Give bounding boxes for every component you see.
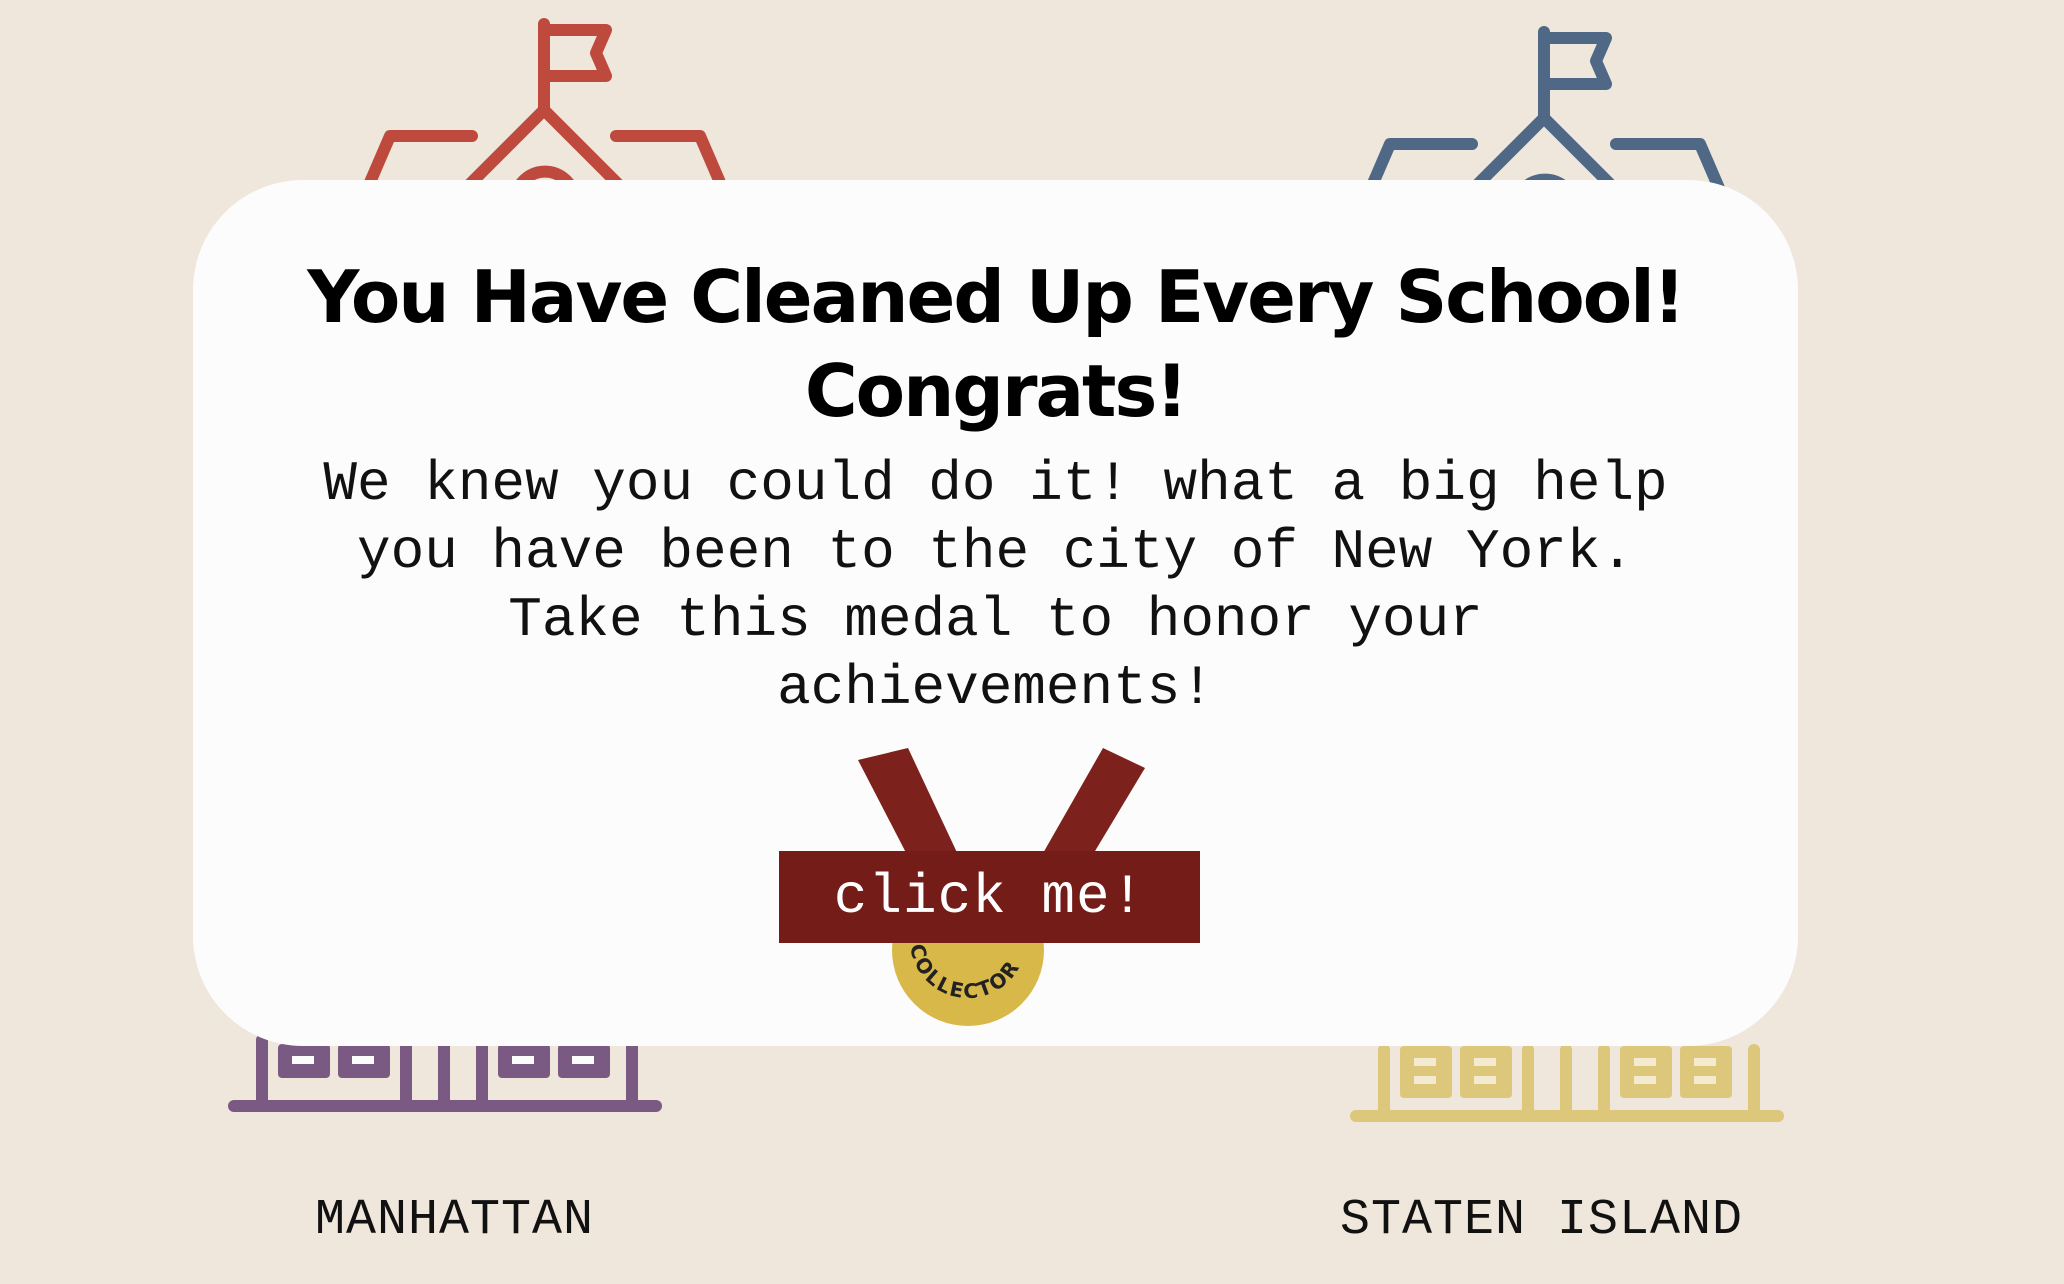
modal-title-line-1: You Have Cleaned Up Every School!: [307, 255, 1685, 339]
congrats-modal: You Have Cleaned Up Every School! Congra…: [193, 180, 1798, 1046]
modal-title: You Have Cleaned Up Every School! Congra…: [193, 250, 1798, 438]
modal-message: We knew you could do it! what a big help…: [323, 452, 1668, 720]
click-me-button[interactable]: click me!: [779, 851, 1200, 943]
borough-label-staten-island: STATEN ISLAND: [1340, 1192, 1744, 1249]
modal-title-line-2: Congrats!: [804, 349, 1188, 433]
borough-label-manhattan: MANHATTAN: [315, 1192, 595, 1249]
